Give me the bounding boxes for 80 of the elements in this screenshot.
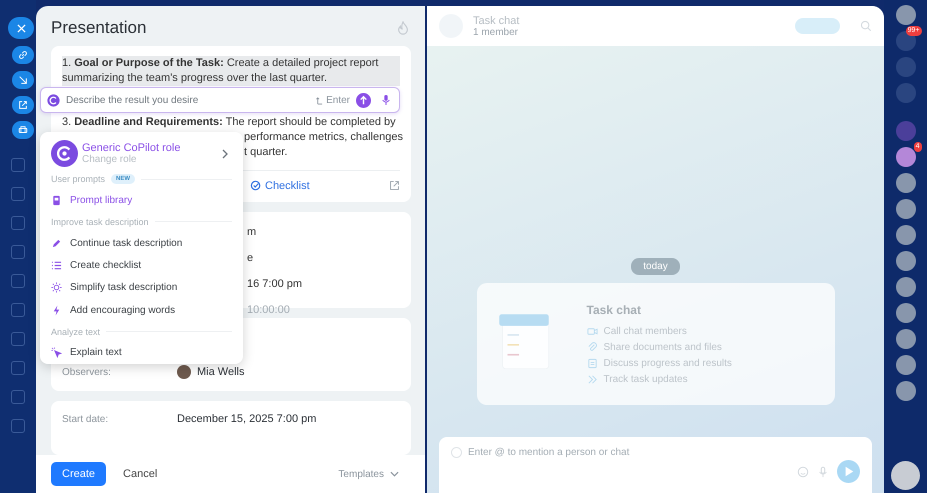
contact-avatar-icon[interactable] xyxy=(896,199,916,219)
cancel-button[interactable]: Cancel xyxy=(112,462,168,486)
detail-value: e xyxy=(247,251,254,266)
contact-avatar-icon[interactable] xyxy=(896,225,916,245)
sidebar-icon[interactable] xyxy=(11,390,25,404)
detail-value: m xyxy=(247,225,256,240)
send-button[interactable] xyxy=(356,92,371,108)
menu-item[interactable]: Create checklist xyxy=(51,254,232,277)
search-icon[interactable] xyxy=(860,20,872,32)
contact-avatar-icon[interactable] xyxy=(896,329,916,349)
chat-title: Task chat xyxy=(473,14,520,26)
camera-icon xyxy=(586,326,598,337)
contact-avatar-icon[interactable] xyxy=(896,251,916,271)
sidebar-icon[interactable] xyxy=(11,158,25,172)
sidebar-icon[interactable] xyxy=(11,332,25,346)
contact-avatar-icon[interactable] xyxy=(896,355,916,375)
pen-icon xyxy=(51,238,62,249)
paperclip-icon xyxy=(586,342,598,353)
sidebar-icon[interactable] xyxy=(11,216,25,230)
enter-hint: Enter xyxy=(326,94,350,106)
copilot-placeholder: Describe the result you desire xyxy=(66,94,200,106)
section-heading: User prompts xyxy=(51,174,106,184)
detail-value: 16 7:00 pm xyxy=(247,277,302,292)
cursor-icon xyxy=(51,347,62,358)
detail-value: 10:00:00 xyxy=(247,303,290,318)
chevron-icon xyxy=(222,148,228,158)
menu-item[interactable]: Simplify task description xyxy=(51,276,232,299)
feature-text: Discuss progress and results xyxy=(604,358,732,369)
menu-button[interactable] xyxy=(891,461,920,490)
return-icon xyxy=(316,96,324,104)
task-title: Presentation xyxy=(51,18,146,38)
description-text: t quarter. xyxy=(244,145,288,160)
menu-item[interactable]: Prompt library xyxy=(51,189,232,212)
emoji-icon[interactable] xyxy=(797,466,809,478)
message-placeholder: Enter @ to mention a person or chat xyxy=(468,447,630,458)
user-avatar-icon[interactable] xyxy=(896,5,916,25)
menu-item[interactable]: Explain text xyxy=(51,342,232,364)
contact-avatar-icon[interactable] xyxy=(896,277,916,297)
sidebar-icon[interactable] xyxy=(11,274,25,288)
document-icon xyxy=(586,358,598,369)
description-text: 1. Goal or Purpose of the Task: Create a detailed project report summarizing the team's progress over the last quarter. xyxy=(62,56,400,86)
lightning-icon xyxy=(51,304,62,316)
sidebar-icon[interactable] xyxy=(11,419,25,433)
welcome-title: Task chat xyxy=(586,303,642,317)
book-icon xyxy=(51,195,62,206)
checklist-link[interactable]: Checklist xyxy=(250,179,310,192)
close-icon xyxy=(16,24,26,32)
observer-name[interactable]: Mia Wells xyxy=(197,366,244,378)
feature-text: Share documents and files xyxy=(604,342,722,353)
create-button[interactable]: Create xyxy=(51,462,106,486)
description-text: 3. Deadline and Requirements: The report should be completed by xyxy=(62,115,397,130)
sidebar-icon[interactable] xyxy=(11,303,25,317)
start-date-label: Start date: xyxy=(62,414,110,424)
menu-item[interactable]: Continue task description xyxy=(51,232,232,254)
sun-icon xyxy=(51,282,62,294)
feature-text: Track task updates xyxy=(604,374,688,385)
contact-avatar-icon[interactable] xyxy=(896,173,916,193)
start-date-value[interactable]: December 15, 2025 7:00 pm xyxy=(177,413,316,425)
observers-label: Observers: xyxy=(62,366,112,378)
list-icon xyxy=(51,260,62,272)
avatar-icon xyxy=(177,365,191,379)
sidebar-icon[interactable] xyxy=(11,245,25,259)
date-separator: today xyxy=(631,258,680,275)
role-selector[interactable]: Generic CoPilot role Change role xyxy=(51,140,232,169)
forward-icon xyxy=(586,374,598,385)
contact-avatar-icon[interactable] xyxy=(896,147,916,167)
contact-avatar-icon[interactable] xyxy=(896,303,916,323)
menu-item[interactable]: Add encouraging words xyxy=(51,299,232,322)
caret-icon xyxy=(390,471,399,477)
flame-icon[interactable] xyxy=(396,21,410,35)
checklist-icon xyxy=(250,179,263,192)
section-heading: Analyze text xyxy=(51,326,100,336)
copilot-input[interactable]: Describe the result you desire Enter xyxy=(40,87,400,113)
section-heading: Improve task description xyxy=(51,216,149,227)
contact-avatar-icon[interactable] xyxy=(896,381,916,401)
feature-text: Call chat members xyxy=(604,326,687,337)
sidebar-icon[interactable] xyxy=(11,361,25,375)
microphone-icon[interactable] xyxy=(381,94,391,106)
description-text: performance metrics, challenges xyxy=(244,130,403,145)
sidebar-icon[interactable] xyxy=(11,187,25,201)
